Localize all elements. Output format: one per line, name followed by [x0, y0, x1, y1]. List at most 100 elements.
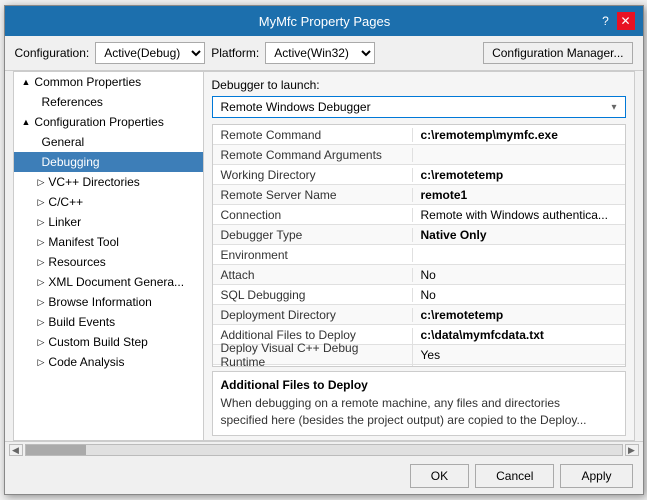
property-value: Yes [413, 348, 449, 362]
property-pages-dialog: MyMfc Property Pages ? ✕ Configuration: … [4, 5, 644, 495]
bottom-bar: OK Cancel Apply [5, 458, 643, 494]
horizontal-scrollbar[interactable] [25, 444, 623, 456]
property-name: Debugger Type [213, 228, 413, 242]
sidebar-item-xml-document[interactable]: ▷XML Document Genera... [14, 272, 203, 292]
sidebar-item-label: Code Analysis [48, 355, 124, 369]
property-table: Remote Commandc:\remotemp\mymfc.exeRemot… [212, 124, 626, 367]
platform-select[interactable]: Active(Win32) [265, 42, 375, 64]
property-value: Remote with Windows authentica... [413, 208, 616, 222]
configuration-label: Configuration: [15, 46, 90, 60]
table-row[interactable]: Deploy Visual C++ Debug RuntimeYes [213, 345, 625, 365]
sidebar-item-build-events[interactable]: ▷Build Events [14, 312, 203, 332]
scroll-left-button[interactable]: ◀ [9, 444, 23, 456]
title-controls: ? ✕ [597, 12, 635, 30]
sidebar-item-label: Resources [48, 255, 105, 269]
sidebar-item-label: Custom Build Step [48, 335, 147, 349]
sidebar-item-label: C/C++ [48, 195, 83, 209]
platform-label: Platform: [211, 46, 259, 60]
sidebar-item-resources[interactable]: ▷Resources [14, 252, 203, 272]
sidebar-item-manifest-tool[interactable]: ▷Manifest Tool [14, 232, 203, 252]
sidebar-item-debugging[interactable]: Debugging [14, 152, 203, 172]
sidebar-item-label: VC++ Directories [48, 175, 139, 189]
sidebar-item-label: Browse Information [48, 295, 151, 309]
sidebar-item-vc-directories[interactable]: ▷VC++ Directories [14, 172, 203, 192]
triangle-icon: ▷ [38, 337, 45, 348]
sidebar-item-browse-information[interactable]: ▷Browse Information [14, 292, 203, 312]
sidebar-item-c-cpp[interactable]: ▷C/C++ [14, 192, 203, 212]
scrollbar-thumb [26, 445, 86, 455]
property-value: c:\remotetemp [413, 308, 512, 322]
table-row[interactable]: Remote Server Nameremote1 [213, 185, 625, 205]
info-box-title: Additional Files to Deploy [221, 378, 617, 392]
triangle-icon: ▷ [38, 177, 45, 188]
table-row[interactable]: Deployment Directoryc:\remotetemp [213, 305, 625, 325]
chevron-down-icon: ▾ [611, 102, 616, 113]
triangle-icon: ▲ [22, 77, 31, 87]
sidebar-item-references[interactable]: References [14, 92, 203, 112]
property-name: Working Directory [213, 168, 413, 182]
configuration-select[interactable]: Active(Debug) [95, 42, 205, 64]
triangle-icon: ▷ [38, 197, 45, 208]
sidebar-item-label: Build Events [48, 315, 115, 329]
sidebar-item-code-analysis[interactable]: ▷Code Analysis [14, 352, 203, 372]
property-value: c:\remotemp\mymfc.exe [413, 128, 566, 142]
sidebar-item-common-properties[interactable]: ▲Common Properties [14, 72, 203, 92]
close-button[interactable]: ✕ [617, 12, 635, 30]
sidebar-item-custom-build-step[interactable]: ▷Custom Build Step [14, 332, 203, 352]
sidebar-item-label: References [42, 95, 103, 109]
info-box-text: When debugging on a remote machine, any … [221, 395, 617, 429]
table-row[interactable]: AttachNo [213, 265, 625, 285]
scrollbar-area: ◀ ▶ [5, 441, 643, 458]
title-bar: MyMfc Property Pages ? ✕ [5, 6, 643, 36]
debugger-select[interactable]: Remote Windows Debugger ▾ [212, 96, 626, 118]
config-bar: Configuration: Active(Debug) Platform: A… [5, 36, 643, 71]
info-box: Additional Files to Deploy When debuggin… [212, 371, 626, 436]
triangle-icon: ▷ [38, 317, 45, 328]
sidebar-item-linker[interactable]: ▷Linker [14, 212, 203, 232]
sidebar-item-label: General [42, 135, 85, 149]
table-row[interactable]: Working Directoryc:\remotetemp [213, 165, 625, 185]
sidebar-item-label: Debugging [42, 155, 100, 169]
triangle-icon: ▷ [38, 237, 45, 248]
sidebar-item-general[interactable]: General [14, 132, 203, 152]
property-name: Connection [213, 208, 413, 222]
property-value: c:\remotetemp [413, 168, 512, 182]
dialog-title: MyMfc Property Pages [53, 14, 597, 29]
table-row[interactable]: Debugger TypeNative Only [213, 225, 625, 245]
sidebar-item-label: Common Properties [34, 75, 141, 89]
table-row[interactable]: Remote Command Arguments [213, 145, 625, 165]
triangle-icon: ▷ [38, 257, 45, 268]
triangle-icon: ▷ [38, 277, 45, 288]
property-value: No [413, 268, 444, 282]
help-button[interactable]: ? [597, 12, 615, 30]
table-row[interactable]: Remote Commandc:\remotemp\mymfc.exe [213, 125, 625, 145]
scroll-right-button[interactable]: ▶ [625, 444, 639, 456]
triangle-icon: ▷ [38, 297, 45, 308]
sidebar-item-label: Manifest Tool [48, 235, 118, 249]
sidebar-item-label: XML Document Genera... [48, 275, 184, 289]
property-value: c:\data\mymfcdata.txt [413, 328, 552, 342]
property-name: Remote Command Arguments [213, 148, 413, 162]
sidebar-item-configuration-properties[interactable]: ▲Configuration Properties [14, 112, 203, 132]
table-row[interactable]: Environment [213, 245, 625, 265]
property-name: Remote Command [213, 128, 413, 142]
debugger-launch-label: Debugger to launch: [212, 78, 320, 92]
triangle-icon: ▷ [38, 217, 45, 228]
config-manager-button[interactable]: Configuration Manager... [483, 42, 632, 64]
property-name: Deployment Directory [213, 308, 413, 322]
property-name: Attach [213, 268, 413, 282]
property-name: Deploy Visual C++ Debug Runtime [213, 341, 413, 368]
property-value: remote1 [413, 188, 476, 202]
sidebar-item-label: Linker [48, 215, 81, 229]
property-name: Additional Files to Deploy [213, 328, 413, 342]
triangle-icon: ▷ [38, 357, 45, 368]
property-value: No [413, 288, 444, 302]
cancel-button[interactable]: Cancel [475, 464, 554, 488]
ok-button[interactable]: OK [410, 464, 469, 488]
debugger-select-value: Remote Windows Debugger [221, 100, 371, 114]
apply-button[interactable]: Apply [560, 464, 632, 488]
table-row[interactable]: ConnectionRemote with Windows authentica… [213, 205, 625, 225]
table-row[interactable]: SQL DebuggingNo [213, 285, 625, 305]
debugger-launch-row: Debugger to launch: [204, 72, 634, 96]
property-value: Native Only [413, 228, 495, 242]
